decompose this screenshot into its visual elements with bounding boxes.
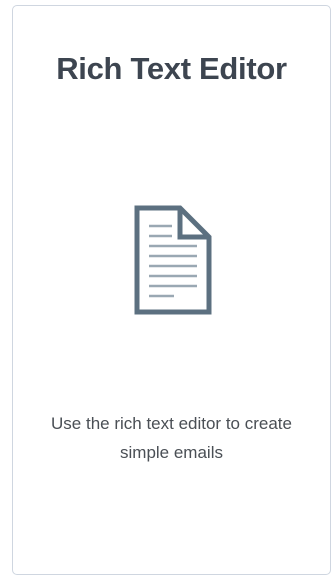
card-description: Use the rich text editor to create simpl… — [51, 414, 292, 462]
card-title: Rich Text Editor — [56, 51, 287, 86]
rich-text-editor-card[interactable]: Rich Text Editor Use the rich text edito… — [12, 5, 331, 575]
document-icon — [134, 205, 212, 315]
